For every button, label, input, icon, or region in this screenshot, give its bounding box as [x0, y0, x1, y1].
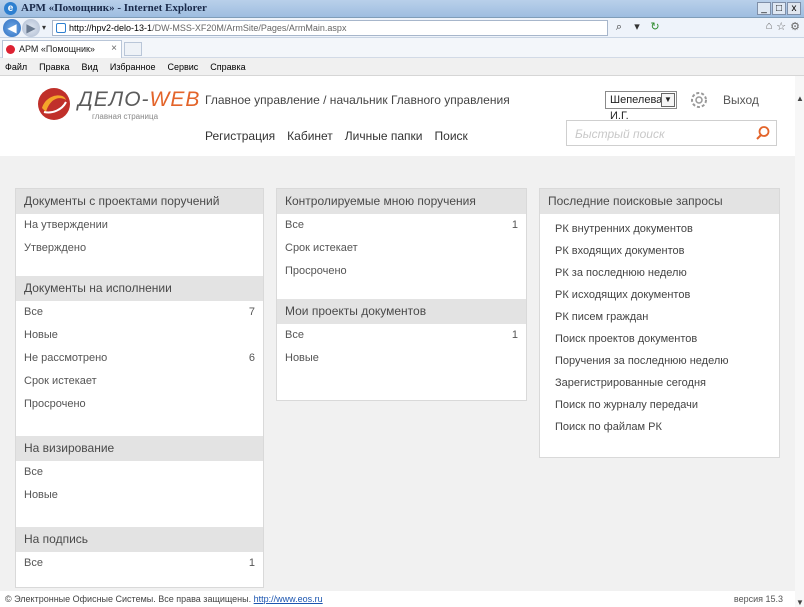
- minimize-button[interactable]: _: [757, 2, 771, 15]
- search-query-item[interactable]: РК писем граждан: [540, 306, 779, 328]
- section-header: Мои проекты документов: [277, 299, 526, 324]
- window-title: АРМ «Помощник» - Internet Explorer: [21, 2, 207, 14]
- list-item[interactable]: Все 7: [16, 301, 263, 324]
- section-header: Документы с проектами поручений: [16, 189, 263, 214]
- search-icon[interactable]: [755, 125, 771, 141]
- maximize-button[interactable]: □: [772, 2, 786, 15]
- menu-help[interactable]: Справка: [210, 58, 245, 75]
- search-query-item[interactable]: Поиск по файлам РК: [540, 416, 779, 438]
- history-dropdown-icon[interactable]: ▾: [42, 23, 46, 32]
- home-icon[interactable]: ⌂: [766, 20, 773, 33]
- app-logo-text[interactable]: ДЕЛО-WEB: [78, 88, 200, 112]
- copyright-text: © Электронные Офисные Системы. Все права…: [5, 594, 252, 604]
- search-query-item[interactable]: Поиск проектов документов: [540, 328, 779, 350]
- forward-button[interactable]: ▶: [22, 19, 40, 37]
- settings-gear-icon[interactable]: [689, 90, 709, 110]
- dropdown-icon[interactable]: ▾: [630, 20, 644, 34]
- list-item[interactable]: Не рассмотрено 6: [16, 347, 263, 370]
- page-scrollbar[interactable]: ▲ ▼: [795, 76, 804, 607]
- section-header: Последние поисковые запросы: [540, 189, 779, 214]
- panel-controlled: Контролируемые мною поручения Все 1 Срок …: [276, 188, 527, 401]
- window-titlebar: e АРМ «Помощник» - Internet Explorer _ □…: [0, 0, 804, 18]
- search-query-item[interactable]: Поручения за последнюю неделю: [540, 350, 779, 372]
- list-item[interactable]: Утверждено: [16, 237, 263, 260]
- section-header: На визирование: [16, 436, 263, 461]
- quick-search-input[interactable]: Быстрый поиск: [566, 120, 777, 146]
- nav-registration[interactable]: Регистрация: [205, 129, 275, 143]
- browser-tab[interactable]: АРМ «Помощник» ×: [2, 40, 122, 58]
- panel-recent-searches: Последние поисковые запросы РК внутренни…: [539, 188, 780, 458]
- app-area: ДЕЛО-WEB главная страница Главное управл…: [0, 76, 804, 607]
- search-query-item[interactable]: Зарегистрированные сегодня: [540, 372, 779, 394]
- tab-bar: АРМ «Помощник» ×: [0, 38, 804, 58]
- close-tab-icon[interactable]: ×: [111, 41, 117, 57]
- list-item[interactable]: Просрочено: [277, 260, 526, 283]
- logo-subtitle: главная страница: [92, 112, 159, 121]
- nav-personal-folders[interactable]: Личные папки: [345, 129, 423, 143]
- list-item[interactable]: Новые: [277, 347, 526, 370]
- list-item[interactable]: Новые: [16, 324, 263, 347]
- menu-view[interactable]: Вид: [82, 58, 98, 75]
- nav-search[interactable]: Поиск: [435, 129, 468, 143]
- panel-my-documents: Документы с проектами поручений На утвер…: [15, 188, 264, 588]
- eos-link[interactable]: http://www.eos.ru: [254, 594, 323, 604]
- tools-gear-icon[interactable]: ⚙: [790, 20, 800, 33]
- list-item[interactable]: Все 1: [277, 214, 526, 237]
- menu-favorites[interactable]: Избранное: [110, 58, 156, 75]
- close-window-button[interactable]: x: [787, 2, 801, 15]
- section-header: Контролируемые мною поручения: [277, 189, 526, 214]
- page-icon: [56, 23, 66, 33]
- chevron-down-icon[interactable]: ▼: [661, 93, 675, 107]
- menu-file[interactable]: Файл: [5, 58, 27, 75]
- list-item[interactable]: Все 1: [277, 324, 526, 347]
- user-select[interactable]: Шепелева И.Г. ▼: [605, 91, 677, 122]
- site-favicon-icon: [6, 45, 15, 54]
- address-bar: ◀ ▶ ▾ http://hpv2-delo-13-1/DW-MSS-XF20M…: [0, 18, 804, 38]
- search-query-item[interactable]: РК входящих документов: [540, 240, 779, 262]
- list-item[interactable]: На утверждении: [16, 214, 263, 237]
- nav-cabinet[interactable]: Кабинет: [287, 129, 333, 143]
- org-path: Главное управление / начальник Главного …: [205, 93, 510, 107]
- search-query-item[interactable]: Поиск по журналу передачи: [540, 394, 779, 416]
- section-header: Документы на исполнении: [16, 276, 263, 301]
- app-header: ДЕЛО-WEB главная страница Главное управл…: [0, 76, 795, 156]
- list-item[interactable]: Просрочено: [16, 393, 263, 416]
- favorites-star-icon[interactable]: ☆: [776, 20, 786, 33]
- page-footer: © Электронные Офисные Системы. Все права…: [0, 591, 795, 607]
- scroll-down-icon[interactable]: ▼: [796, 598, 804, 607]
- delo-logo-icon[interactable]: [36, 86, 72, 122]
- search-query-item[interactable]: РК внутренних документов: [540, 218, 779, 240]
- refresh-icon[interactable]: ↻: [648, 20, 662, 34]
- list-item[interactable]: Новые: [16, 484, 263, 507]
- new-tab-button[interactable]: [124, 42, 142, 56]
- list-item[interactable]: Все 1: [16, 552, 263, 575]
- version-label: версия 15.3: [733, 594, 783, 604]
- scroll-up-icon[interactable]: ▲: [796, 94, 804, 103]
- url-field[interactable]: http://hpv2-delo-13-1/DW-MSS-XF20M/ArmSi…: [52, 20, 608, 36]
- back-button[interactable]: ◀: [3, 19, 21, 37]
- menu-bar: Файл Правка Вид Избранное Сервис Справка: [0, 58, 804, 76]
- list-item[interactable]: Срок истекает: [277, 237, 526, 260]
- list-item[interactable]: Все: [16, 461, 263, 484]
- main-nav: Регистрация Кабинет Личные папки Поиск: [205, 129, 468, 143]
- list-item[interactable]: Срок истекает: [16, 370, 263, 393]
- menu-tools[interactable]: Сервис: [167, 58, 198, 75]
- magnifier-icon[interactable]: ⌕: [612, 20, 626, 34]
- menu-edit[interactable]: Правка: [39, 58, 69, 75]
- search-query-item[interactable]: РК исходящих документов: [540, 284, 779, 306]
- search-query-item[interactable]: РК за последнюю неделю: [540, 262, 779, 284]
- logout-link[interactable]: Выход: [723, 93, 759, 107]
- section-header: На подпись: [16, 527, 263, 552]
- ie-logo-icon: e: [4, 2, 17, 15]
